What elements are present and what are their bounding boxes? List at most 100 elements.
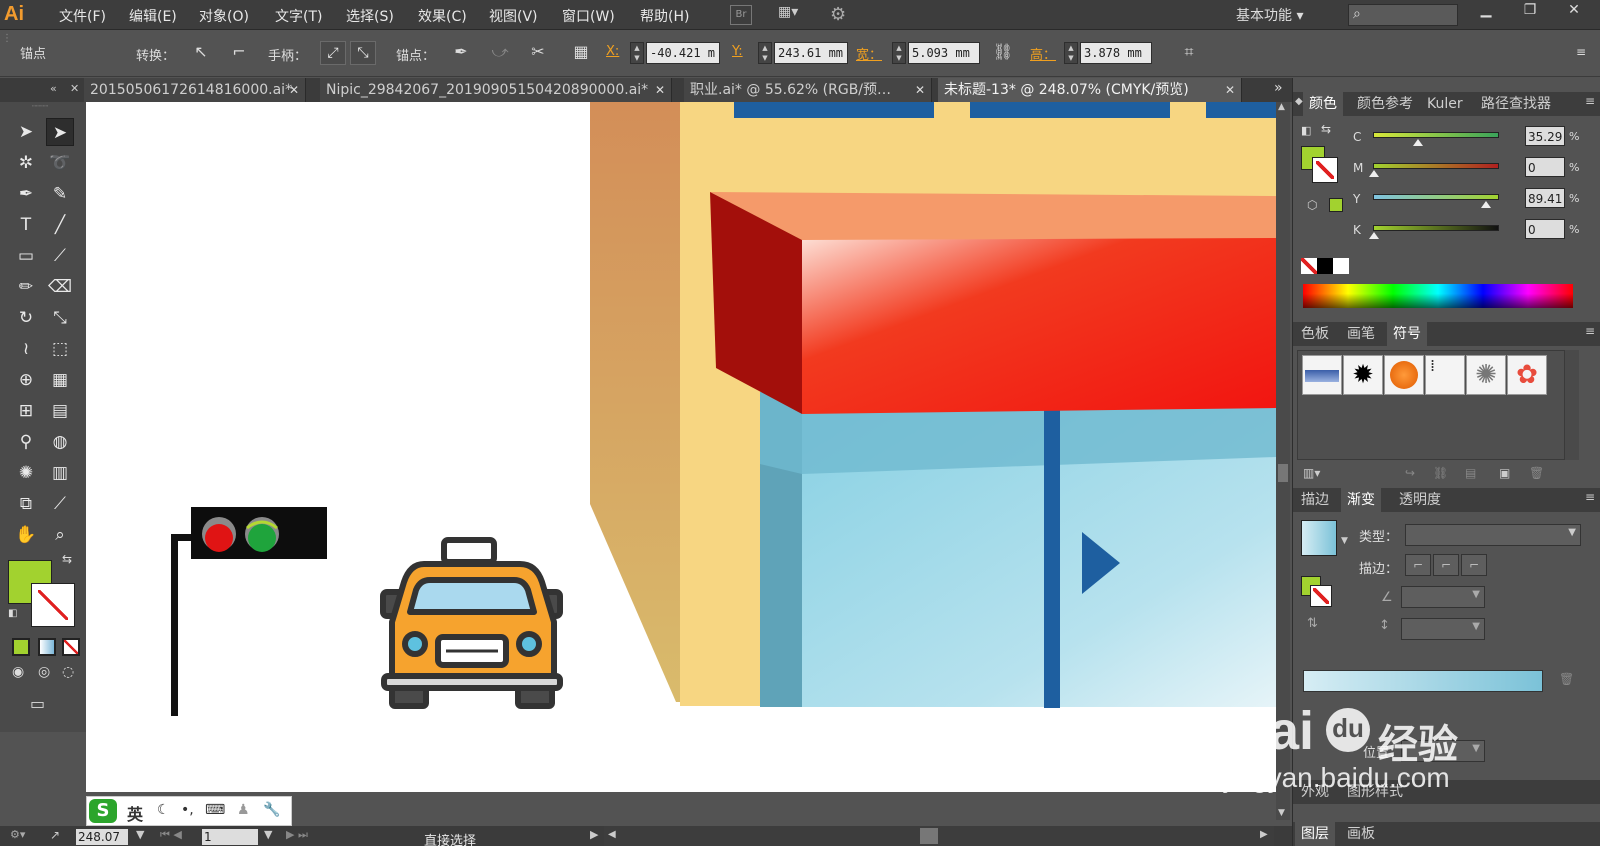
new-symbol-icon[interactable]: ▣ [1499, 466, 1510, 480]
symbol-flower[interactable]: ✿ [1507, 355, 1547, 395]
h-scroll-thumb[interactable] [920, 828, 938, 844]
none-mode-icon[interactable] [62, 638, 80, 656]
tab-symbols[interactable]: 符号 [1387, 322, 1427, 346]
draw-behind-icon[interactable]: ◎ [38, 664, 50, 680]
collapse-tools-icon[interactable]: « [50, 82, 57, 95]
artboard-nav-icon[interactable]: ⚙▾ [10, 828, 25, 841]
gradient-type-select[interactable]: ▼ [1405, 524, 1581, 546]
scroll-left-icon[interactable]: ◀ [608, 829, 616, 840]
search-input[interactable] [1348, 4, 1458, 26]
channel-value-m[interactable]: 0 [1525, 157, 1565, 177]
default-fill-stroke-icon[interactable]: ◧ [8, 608, 17, 619]
symbol-library-icon[interactable]: ▥▾ [1303, 466, 1320, 480]
convert-to-corner-icon[interactable]: ↖ [188, 41, 214, 65]
menu-type[interactable]: 文字(T) [275, 6, 322, 26]
user-icon[interactable]: ♟ [237, 802, 250, 818]
curvature-tool-icon[interactable]: ✎ [46, 180, 74, 208]
sogou-logo[interactable]: S [89, 799, 117, 823]
gradient-preview[interactable] [1301, 520, 1337, 556]
channel-slider-m[interactable] [1373, 163, 1499, 169]
convert-to-smooth-icon[interactable]: ⌐ [226, 41, 252, 65]
stroke-swatch[interactable] [31, 583, 75, 627]
close-tab-icon[interactable]: ✕ [915, 78, 925, 102]
slider-thumb-icon[interactable] [1413, 139, 1424, 146]
warp-tool-icon[interactable]: ≀ [12, 335, 40, 363]
perspective-grid-tool-icon[interactable]: ▦ [46, 366, 74, 394]
rectangle-tool-icon[interactable]: ▭ [12, 242, 40, 270]
share-icon[interactable]: ↗ [50, 828, 60, 842]
eyedropper-tool-icon[interactable]: ⚲ [12, 428, 40, 456]
pencil-tool-icon[interactable]: ✏ [12, 273, 40, 301]
tab-gradient[interactable]: 渐变 [1341, 488, 1381, 512]
panel-stroke-swatch[interactable] [1312, 157, 1338, 183]
tab-pathfinder[interactable]: 路径查找器 [1475, 92, 1557, 116]
paintbrush-tool-icon[interactable]: ⟋ [46, 242, 74, 270]
x-spinner-icon[interactable]: ▲ ▼ [630, 42, 644, 64]
place-symbol-icon[interactable]: ↪ [1405, 466, 1415, 480]
close-tab-icon[interactable]: ✕ [655, 78, 665, 102]
magic-wand-tool-icon[interactable]: ✲ [12, 149, 40, 177]
height-field[interactable]: 3.878 mm [1080, 42, 1152, 64]
gradient-tool-icon[interactable]: ▤ [46, 397, 74, 425]
tab-color-guide[interactable]: 颜色参考 [1351, 92, 1419, 116]
menu-help[interactable]: 帮助(H) [640, 6, 689, 26]
draw-inside-icon[interactable]: ◌ [62, 664, 74, 680]
minimize-icon[interactable]: ▁ [1464, 0, 1508, 22]
connect-anchor-icon[interactable]: ⤻ [487, 41, 513, 65]
symbol-orange-button[interactable] [1384, 355, 1424, 395]
panel-menu-icon[interactable]: ≡ [1585, 490, 1595, 504]
color-mode-icon[interactable] [12, 638, 30, 656]
slider-thumb-icon[interactable] [1369, 170, 1379, 177]
delete-symbol-icon[interactable]: 🗑 [1529, 466, 1544, 480]
height-spinner-icon[interactable]: ▲ ▼ [1064, 42, 1078, 64]
tab-color[interactable]: 颜色 [1303, 92, 1343, 116]
graph-tool-icon[interactable]: ▥ [46, 459, 74, 487]
panel-menu-icon[interactable]: ≡ [1585, 324, 1595, 338]
restore-icon[interactable]: ❐ [1508, 0, 1552, 22]
moon-icon[interactable]: ☾ [157, 802, 170, 818]
reverse-gradient-icon[interactable]: ⇅ [1307, 616, 1318, 631]
free-transform-tool-icon[interactable]: ⬚ [46, 335, 74, 363]
tab-brushes[interactable]: 画笔 [1341, 322, 1381, 346]
mesh-tool-icon[interactable]: ⊞ [12, 397, 40, 425]
zoom-dropdown-icon[interactable]: ▼ [136, 828, 144, 841]
tab-swatches[interactable]: 色板 [1295, 322, 1335, 346]
stroke-within-icon[interactable]: ⌐ [1405, 554, 1431, 576]
break-link-icon[interactable]: ⛓ [1433, 466, 1448, 480]
none-swatch[interactable] [1301, 258, 1317, 274]
menu-window[interactable]: 窗口(W) [562, 6, 615, 26]
artboard-tool-icon[interactable]: ⧉ [12, 490, 40, 518]
channel-slider-c[interactable] [1373, 132, 1499, 138]
zoom-tool-icon[interactable]: ⌕ [46, 521, 74, 549]
arrange-documents-icon[interactable]: ▦▾ [778, 4, 814, 26]
swap-fill-stroke-icon[interactable]: ⇆ [62, 552, 72, 566]
hand-tool-icon[interactable]: ✋ [12, 521, 40, 549]
stroke-along-icon[interactable]: ⌐ [1433, 554, 1459, 576]
status-menu-icon[interactable]: ▶ [590, 828, 598, 841]
close-tab-icon[interactable]: ✕ [1225, 78, 1235, 102]
blend-tool-icon[interactable]: ◍ [46, 428, 74, 456]
delete-stop-icon[interactable]: 🗑 [1559, 672, 1574, 686]
control-panel-menu-icon[interactable]: ≡ [1568, 41, 1594, 65]
gradient-aspect-field[interactable]: ▼ [1401, 618, 1485, 640]
gradient-preview-dropdown-icon[interactable]: ▼ [1341, 536, 1348, 546]
x-field[interactable]: -40.421 m [646, 42, 720, 64]
menu-effect[interactable]: 效果(C) [418, 6, 467, 26]
transform-icon[interactable]: ⌗ [1176, 41, 1202, 65]
sync-settings-icon[interactable]: ⚙ [830, 4, 846, 25]
tab-document-3[interactable]: 职业.ai* @ 55.62% (RGB/预… ✕ [684, 78, 932, 102]
rotate-tool-icon[interactable]: ↻ [12, 304, 40, 332]
channel-slider-k[interactable] [1373, 225, 1499, 231]
artboard-canvas[interactable] [86, 102, 1276, 792]
last-artboard-icon[interactable]: ▶ ⏭ [286, 828, 308, 842]
menu-object[interactable]: 对象(O) [199, 6, 249, 26]
show-handles-icon[interactable]: ⤢ [320, 41, 346, 65]
symbol-dotted-line[interactable]: ⁞ [1425, 355, 1465, 395]
in-gamut-swatch[interactable] [1329, 198, 1343, 212]
bridge-button[interactable]: Br [730, 5, 752, 25]
selection-tool-icon[interactable]: ➤ [12, 118, 40, 146]
tab-document-2[interactable]: Nipic_29842067_20190905150420890000.ai* … [320, 78, 672, 102]
menu-select[interactable]: 选择(S) [346, 6, 394, 26]
tab-kuler[interactable]: Kuler [1421, 92, 1469, 116]
wrench-icon[interactable]: 🔧 [263, 802, 280, 818]
